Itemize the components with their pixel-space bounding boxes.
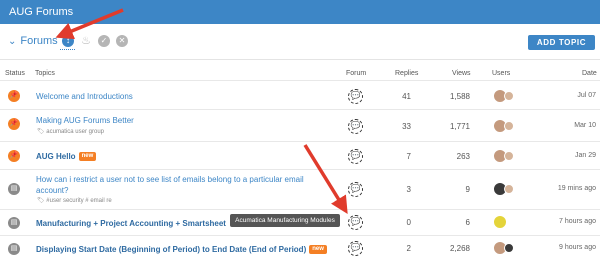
table-header: Status Topics Forum Replies Views Users … (0, 67, 600, 81)
topic-title-text: Displaying Start Date (Beginning of Peri… (36, 245, 307, 254)
topic-title-link[interactable]: Welcome and Introductions (36, 91, 133, 102)
new-badge: new (309, 245, 327, 255)
topic-title-text: AUG Hello (36, 152, 76, 161)
topic-title-link[interactable]: How can i restrict a user not to see lis… (36, 174, 306, 196)
table-row[interactable]: ▤ Displaying Start Date (Beginning of Pe… (0, 236, 600, 263)
users-avatars (493, 241, 514, 255)
forum-toolbar: ⌄ Forums ↕ ♨ ✓ ✕ ADD TOPIC (0, 24, 600, 60)
users-avatars (493, 119, 514, 133)
replies-count: 7 (406, 152, 411, 161)
resolved-filter-icon[interactable]: ✓ (98, 35, 110, 47)
add-topic-button[interactable]: ADD TOPIC (528, 35, 595, 50)
app-header: AUG Forums (0, 0, 600, 24)
chevron-down-icon: ⌄ (8, 35, 17, 47)
replies-count: 3 (406, 185, 411, 194)
users-avatars (493, 182, 514, 196)
column-header-replies[interactable]: Replies (395, 70, 418, 77)
last-activity-date[interactable]: 7 hours ago (559, 218, 596, 225)
topic-title-link[interactable]: Displaying Start Date (Beginning of Peri… (36, 244, 327, 255)
pin-icon: 📌 (8, 118, 20, 130)
column-header-date[interactable]: Date (582, 70, 597, 77)
latest-filter-icon[interactable]: ↕ (62, 35, 74, 47)
views-count: 6 (465, 218, 470, 227)
forums-dropdown[interactable]: ⌄ Forums (8, 35, 58, 47)
table-row[interactable]: ▤ How can i restrict a user not to see l… (0, 170, 600, 210)
views-count: 1,588 (449, 92, 470, 101)
topic-title-link[interactable]: AUG Hello new (36, 151, 97, 162)
tag-icon: 🏷 (37, 129, 47, 135)
replies-count: 41 (402, 92, 411, 101)
avatar[interactable] (493, 215, 507, 229)
app-title: AUG Forums (9, 6, 74, 18)
hot-filter-icon[interactable]: ♨ (80, 35, 92, 47)
views-count: 9 (465, 185, 470, 194)
last-activity-date[interactable]: Jan 29 (575, 152, 596, 159)
forum-chat-icon[interactable]: 💬 (348, 149, 363, 164)
document-icon: ▤ (8, 183, 20, 195)
column-header-views[interactable]: Views (452, 70, 471, 77)
topic-title-link[interactable]: Manufacturing + Project Accounting + Sma… (36, 218, 226, 229)
last-activity-date[interactable]: Mar 10 (574, 122, 596, 129)
forum-chat-icon[interactable]: 💬 (348, 215, 363, 230)
column-header-users[interactable]: Users (492, 70, 510, 77)
table-row[interactable]: 📌 Welcome and Introductions 💬 41 1,588 J… (0, 82, 600, 110)
users-avatars (493, 149, 514, 163)
views-count: 263 (456, 152, 470, 161)
avatar[interactable] (504, 91, 514, 101)
forum-tooltip: Acumatica Manufacturing Modules (230, 214, 340, 227)
last-activity-date[interactable]: 9 hours ago (559, 244, 596, 251)
replies-count: 33 (402, 122, 411, 131)
column-header-topics[interactable]: Topics (35, 70, 55, 77)
tag-icon: 🏷 (37, 198, 47, 204)
topic-tags[interactable]: 🏷 acumatica user group (37, 128, 104, 135)
replies-count: 2 (406, 244, 411, 253)
forum-chat-icon[interactable]: 💬 (348, 182, 363, 197)
document-icon: ▤ (8, 243, 20, 255)
forum-chat-icon[interactable]: 💬 (348, 241, 363, 256)
avatar[interactable] (504, 121, 514, 131)
avatar[interactable] (504, 151, 514, 161)
topic-tags[interactable]: 🏷 #user security # email re (37, 197, 112, 204)
pin-icon: 📌 (8, 150, 20, 162)
new-badge: new (78, 152, 97, 162)
unresolved-filter-icon[interactable]: ✕ (116, 35, 128, 47)
avatar[interactable] (504, 243, 514, 253)
active-filter-indicator (60, 49, 75, 50)
views-count: 2,268 (449, 244, 470, 253)
users-avatars (493, 215, 507, 229)
table-row[interactable]: 📌 AUG Hello new 💬 7 263 Jan 29 (0, 142, 600, 170)
filter-icons: ↕ ♨ ✓ ✕ (62, 35, 128, 47)
tag-label: acumatica user group (46, 129, 104, 135)
tag-label: #user security # email re (46, 198, 112, 204)
last-activity-date[interactable]: 19 mins ago (558, 185, 596, 192)
replies-count: 0 (406, 218, 411, 227)
forum-chat-icon[interactable]: 💬 (348, 89, 363, 104)
last-activity-date[interactable]: Jul 07 (577, 92, 596, 99)
views-count: 1,771 (449, 122, 470, 131)
table-row[interactable]: 📌 Making AUG Forums Better 🏷 acumatica u… (0, 110, 600, 142)
document-icon: ▤ (8, 217, 20, 229)
topic-title-link[interactable]: Making AUG Forums Better (36, 115, 134, 126)
users-avatars (493, 89, 514, 103)
avatar[interactable] (504, 184, 514, 194)
pin-icon: 📌 (8, 90, 20, 102)
forums-dropdown-label: Forums (20, 35, 58, 47)
forum-chat-icon[interactable]: 💬 (348, 119, 363, 134)
column-header-status[interactable]: Status (5, 70, 25, 77)
column-header-forum[interactable]: Forum (346, 70, 366, 77)
